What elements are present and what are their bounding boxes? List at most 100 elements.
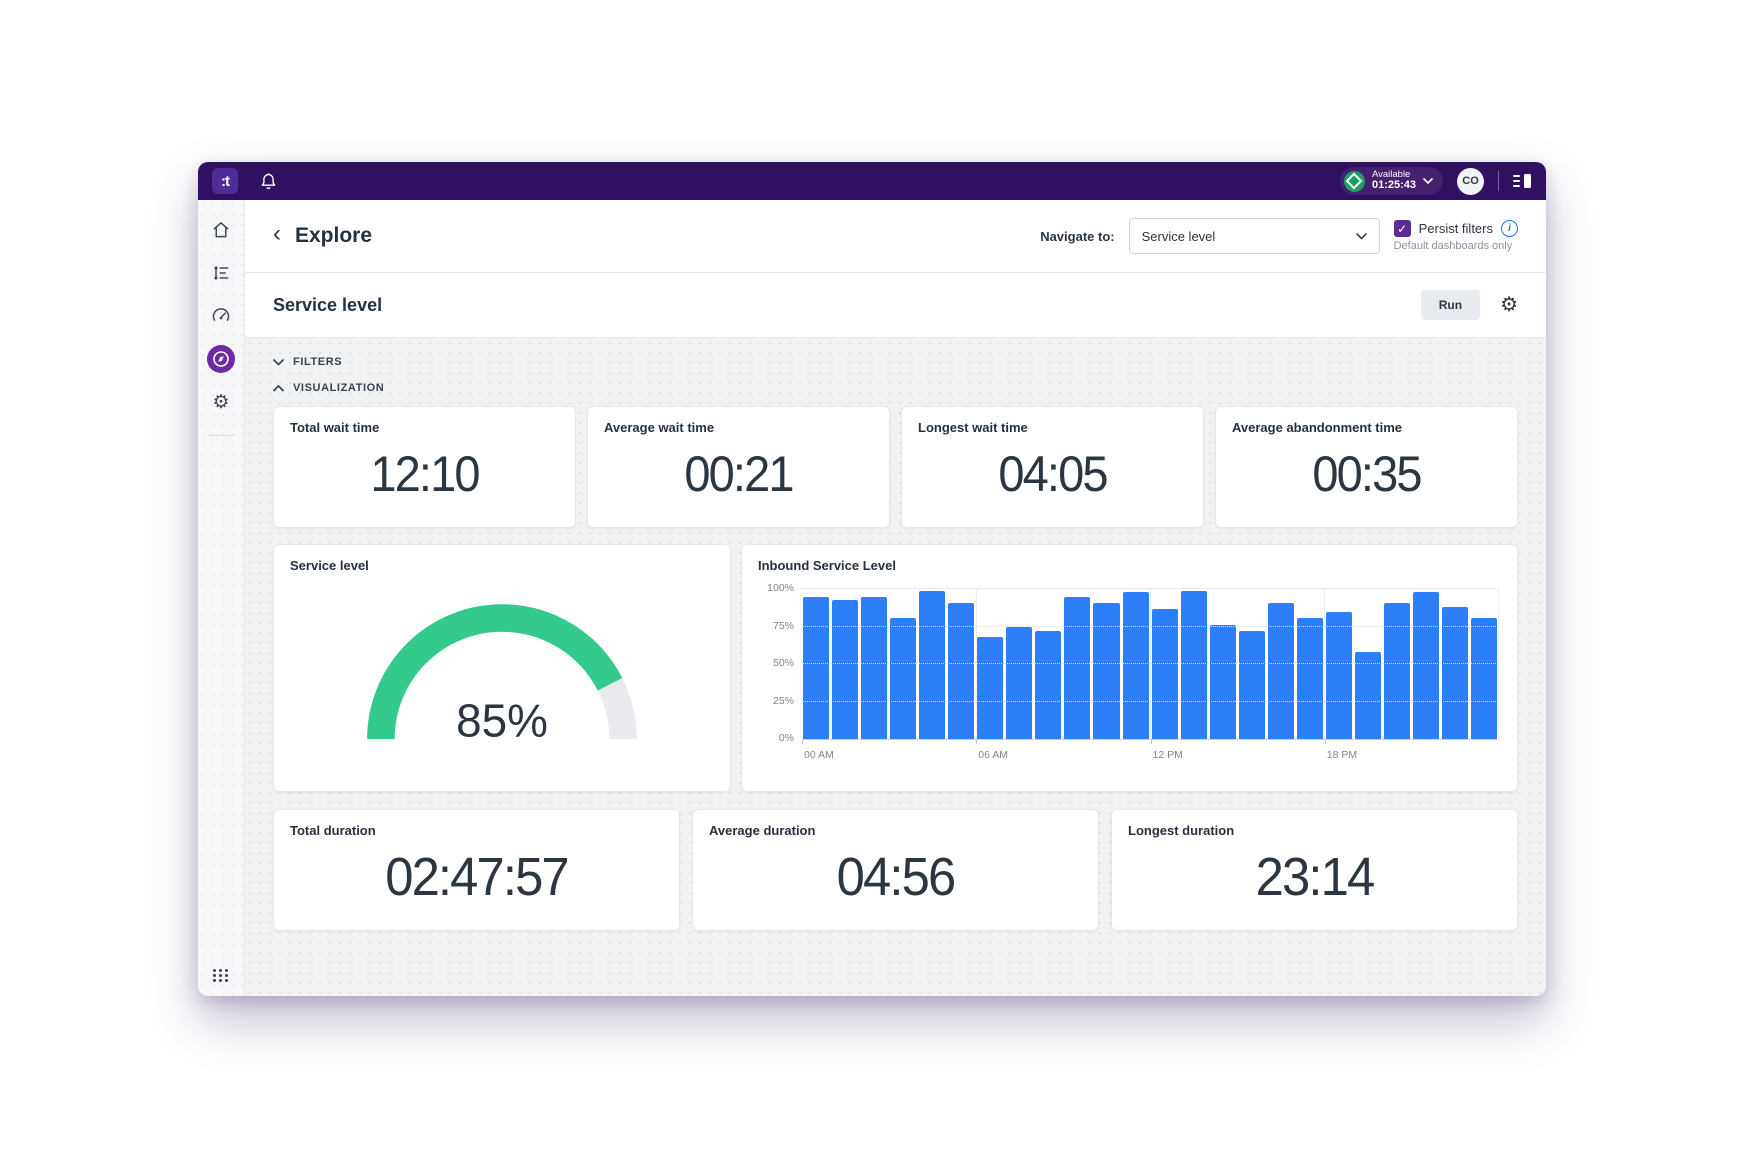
bar-hour-10[interactable] [1093,603,1119,740]
agent-status-text: Available 01:25:43 [1372,170,1416,192]
main-area: ⚙ ‹ Explore Navigate to: Service level [198,200,1546,996]
navigate-to-select[interactable]: Service level [1129,218,1380,254]
kpi-card-total-duration: Total duration 02:47:57 [273,809,680,931]
filters-section-toggle[interactable]: FILTERS [273,352,1518,372]
back-chevron-icon[interactable]: ‹ [273,222,281,250]
kpi-label: Total wait time [274,407,575,435]
kpi-card-average-abandonment-time: Average abandonment time 00:35 [1215,406,1518,528]
inbound-service-level-card: Inbound Service Level 0%25%50%75%100% 00… [741,544,1518,792]
x-tick-label: 06 AM [978,749,1008,761]
sidebar-item-settings[interactable]: ⚙ [207,388,235,416]
notifications-bell-icon[interactable] [260,172,277,190]
kpi-value: 12:10 [283,445,566,503]
bar-hour-21[interactable] [1413,592,1439,739]
default-dashboards-note: Default dashboards only [1394,240,1518,252]
avatar[interactable]: CO [1457,168,1484,195]
kpi-card-average-duration: Average duration 04:56 [692,809,1099,931]
chevron-down-icon [1423,178,1433,184]
page-header: ‹ Explore Navigate to: Service level ✓ P… [245,200,1546,273]
sidebar: ⚙ [198,200,245,996]
bar-hour-13[interactable] [1181,591,1207,740]
sidebar-item-explore-active[interactable] [207,345,235,373]
visualization-section-toggle[interactable]: VISUALIZATION [273,378,1518,398]
navigate-to-label: Navigate to: [1040,229,1114,244]
service-level-gauge-card: Service level 85% [273,544,731,792]
service-level-gauge: 85% [346,583,658,754]
bar-hour-19[interactable] [1355,652,1381,739]
chart-x-axis: 00 AM06 AM12 PM18 PM [802,740,1499,766]
y-tick-label: 0% [779,732,794,744]
bar-hour-12[interactable] [1152,609,1178,740]
x-tick-label: 00 AM [804,749,834,761]
chart-plot: 0%25%50%75%100% [802,589,1499,740]
bar-hour-08[interactable] [1035,631,1061,739]
visualization-section-label: VISUALIZATION [293,382,384,394]
sidebar-item-dashboards[interactable] [207,302,235,330]
run-button[interactable]: Run [1421,290,1480,320]
x-tick [976,740,977,744]
bar-hour-18[interactable] [1326,612,1352,740]
bar-hour-01[interactable] [832,600,858,740]
bar-hour-15[interactable] [1239,631,1265,739]
kpi-card-longest-wait-time: Longest wait time 04:05 [901,406,1204,528]
kpi-label: Average wait time [588,407,889,435]
bar-hour-20[interactable] [1384,603,1410,740]
bar-hour-04[interactable] [919,591,945,740]
apps-grid-icon[interactable] [213,969,229,982]
bar-hour-11[interactable] [1123,592,1149,739]
chevron-up-icon [273,385,284,392]
gauge-value: 85% [456,694,548,746]
speedometer-icon [211,306,231,326]
x-tick [1151,740,1152,744]
info-icon[interactable]: i [1501,220,1518,237]
bar-hour-00[interactable] [803,597,829,740]
talkdesk-logo[interactable]: :t [212,168,238,194]
kpi-value: 02:47:57 [286,846,667,908]
bar-hour-07[interactable] [1006,627,1032,740]
bar-hour-06[interactable] [977,637,1003,739]
bar-hour-02[interactable] [861,597,887,740]
gauge-title: Service level [274,545,730,573]
chart: 0%25%50%75%100% 00 AM06 AM12 PM18 PM [802,589,1499,766]
x-tick-label: 18 PM [1327,749,1357,761]
sidebar-item-home[interactable] [207,216,235,244]
kpi-value: 00:35 [1225,445,1508,503]
gear-icon: ⚙ [212,393,229,412]
persist-filters-checkbox[interactable]: ✓ [1394,220,1411,237]
dashboard-toolbar: Service level Run ⚙ [245,273,1546,338]
bar-hour-09[interactable] [1064,597,1090,740]
agent-status-dropdown[interactable]: Available 01:25:43 [1340,167,1443,195]
status-timer: 01:25:43 [1372,180,1416,192]
kpi-value: 04:05 [911,445,1194,503]
kpi-value: 04:56 [705,846,1086,908]
y-tick-label: 25% [773,695,794,707]
kpi-label: Total duration [274,810,679,838]
bar-hour-05[interactable] [948,603,974,740]
kpi-row-bottom: Total duration 02:47:57 Average duration… [273,809,1518,931]
bar-hour-17[interactable] [1297,618,1323,740]
y-tick-label: 75% [773,620,794,632]
kpi-card-total-wait-time: Total wait time 12:10 [273,406,576,528]
gear-icon[interactable]: ⚙ [1500,295,1518,315]
charts-row: Service level 85% Inbound Service Level [273,544,1518,792]
top-bar: :t Available 01:25:43 CO [198,162,1546,200]
compass-icon [207,345,235,373]
topbar-divider [1498,171,1499,191]
bar-hour-16[interactable] [1268,603,1294,740]
kpi-value: 23:14 [1124,846,1505,908]
kpi-label: Average abandonment time [1216,407,1517,435]
sidebar-item-flows[interactable] [207,259,235,287]
bar-hour-14[interactable] [1210,625,1236,739]
bar-hour-03[interactable] [890,618,916,740]
x-tick [802,740,803,744]
conversations-panel-icon[interactable] [1513,173,1532,189]
bar-hour-23[interactable] [1471,618,1497,740]
flows-icon [211,263,231,283]
kpi-card-longest-duration: Longest duration 23:14 [1111,809,1518,931]
availability-diamond-icon [1344,171,1365,192]
logo-glyph: :t [221,173,229,190]
kpi-label: Average duration [693,810,1098,838]
page-title: Explore [295,224,372,248]
app-window: :t Available 01:25:43 CO [198,162,1546,996]
bar-hour-22[interactable] [1442,607,1468,739]
